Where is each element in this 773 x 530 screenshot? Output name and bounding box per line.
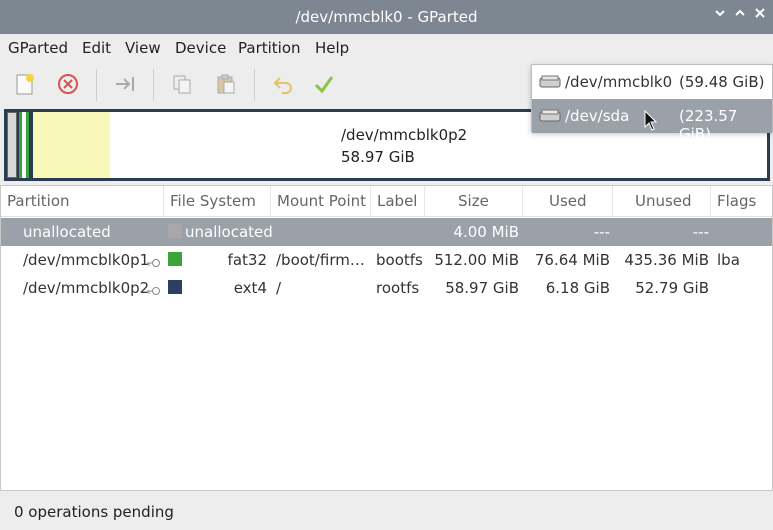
apply-icon[interactable] <box>311 71 337 97</box>
menu-view[interactable]: View <box>125 39 161 57</box>
window-title: /dev/mmcblk0 - GParted <box>295 8 478 26</box>
operations-pending: 0 operations pending <box>14 503 174 521</box>
partition-size: 58.97 GiB <box>445 279 519 297</box>
col-mount-point[interactable]: Mount Point <box>271 186 371 217</box>
device-name: /dev/sda <box>565 107 630 125</box>
partition-used: 76.64 MiB <box>534 251 610 269</box>
menu-device[interactable]: Device <box>175 39 226 57</box>
table-row[interactable]: /dev/mmcblk0p2 ext4 / rootfs 58.97 GiB 6… <box>1 274 772 302</box>
mount-point: / <box>276 279 282 297</box>
col-size[interactable]: Size <box>425 186 523 217</box>
col-used[interactable]: Used <box>523 186 613 217</box>
partition-size: 4.00 MiB <box>453 223 519 241</box>
filesystem-type: ext4 <box>233 279 267 297</box>
col-partition[interactable]: Partition <box>1 186 164 217</box>
menu-gparted[interactable]: GParted <box>8 39 68 57</box>
filesystem-color-swatch <box>168 252 182 266</box>
partition-label: bootfs <box>376 251 423 269</box>
undo-icon[interactable] <box>270 71 296 97</box>
partition-unused: 52.79 GiB <box>635 279 709 297</box>
delete-icon[interactable] <box>55 71 81 97</box>
col-label[interactable]: Label <box>371 186 425 217</box>
filesystem-color-swatch <box>168 280 182 294</box>
partition-unused: 435.36 MiB <box>624 251 709 269</box>
copy-icon[interactable] <box>169 71 195 97</box>
partition-used: --- <box>593 223 610 241</box>
drive-icon <box>539 75 561 89</box>
filesystem-type: unallocated <box>185 223 273 241</box>
drive-icon <box>539 109 561 123</box>
filesystem-type: fat32 <box>227 251 267 269</box>
paste-icon[interactable] <box>213 71 239 97</box>
used-space-bar <box>33 112 111 178</box>
toolbar-separator <box>254 69 255 101</box>
device-size: (59.48 GiB) <box>679 73 765 91</box>
title-bar: /dev/mmcblk0 - GParted <box>0 0 773 34</box>
table-header: Partition File System Mount Point Label … <box>1 186 772 217</box>
partition-unused: --- <box>692 223 709 241</box>
device-name: /dev/mmcblk0 <box>565 73 673 91</box>
minimize-icon[interactable] <box>711 7 729 25</box>
partition-table: Partition File System Mount Point Label … <box>0 185 773 491</box>
mounted-key-icon <box>147 254 161 267</box>
close-icon[interactable] <box>751 7 769 25</box>
boot-partition-segment[interactable] <box>19 112 29 178</box>
resize-move-icon[interactable] <box>112 71 138 97</box>
mouse-cursor-icon <box>644 109 658 132</box>
col-flags[interactable]: Flags <box>711 186 772 217</box>
col-unused[interactable]: Unused <box>613 186 711 217</box>
new-icon[interactable] <box>12 71 38 97</box>
menu-partition[interactable]: Partition <box>238 39 301 57</box>
partition-name: /dev/mmcblk0p2 <box>23 279 150 297</box>
status-bar: 0 operations pending <box>0 491 773 530</box>
device-size: (223.57 GiB) <box>679 107 738 143</box>
mounted-key-icon <box>147 282 161 295</box>
toolbar-separator <box>153 69 154 101</box>
graph-partition-size: 58.97 GiB <box>341 148 415 166</box>
mount-point: /boot/firm… <box>276 251 365 269</box>
partition-name: /dev/mmcblk0p1 <box>23 251 150 269</box>
maximize-icon[interactable] <box>731 7 749 25</box>
graph-partition-name: /dev/mmcblk0p2 <box>341 126 468 144</box>
table-row[interactable]: /dev/mmcblk0p1 fat32 /boot/firm… bootfs … <box>1 246 772 274</box>
col-file-system[interactable]: File System <box>164 186 271 217</box>
device-option-mmcblk0[interactable]: /dev/mmcblk0 (59.48 GiB) <box>532 65 772 99</box>
toolbar-separator <box>96 69 97 101</box>
menu-help[interactable]: Help <box>315 39 349 57</box>
unallocated-segment[interactable] <box>7 112 17 178</box>
partition-label: rootfs <box>376 279 420 297</box>
table-row[interactable]: unallocated unallocated 4.00 MiB --- --- <box>1 218 772 246</box>
filesystem-color-swatch <box>168 224 182 238</box>
partition-size: 512.00 MiB <box>434 251 519 269</box>
partition-name: unallocated <box>23 223 111 241</box>
menu-bar: GParted Edit View Device Partition Help <box>0 34 773 63</box>
partition-flags: lba <box>717 251 740 269</box>
menu-edit[interactable]: Edit <box>82 39 111 57</box>
partition-used: 6.18 GiB <box>545 279 610 297</box>
